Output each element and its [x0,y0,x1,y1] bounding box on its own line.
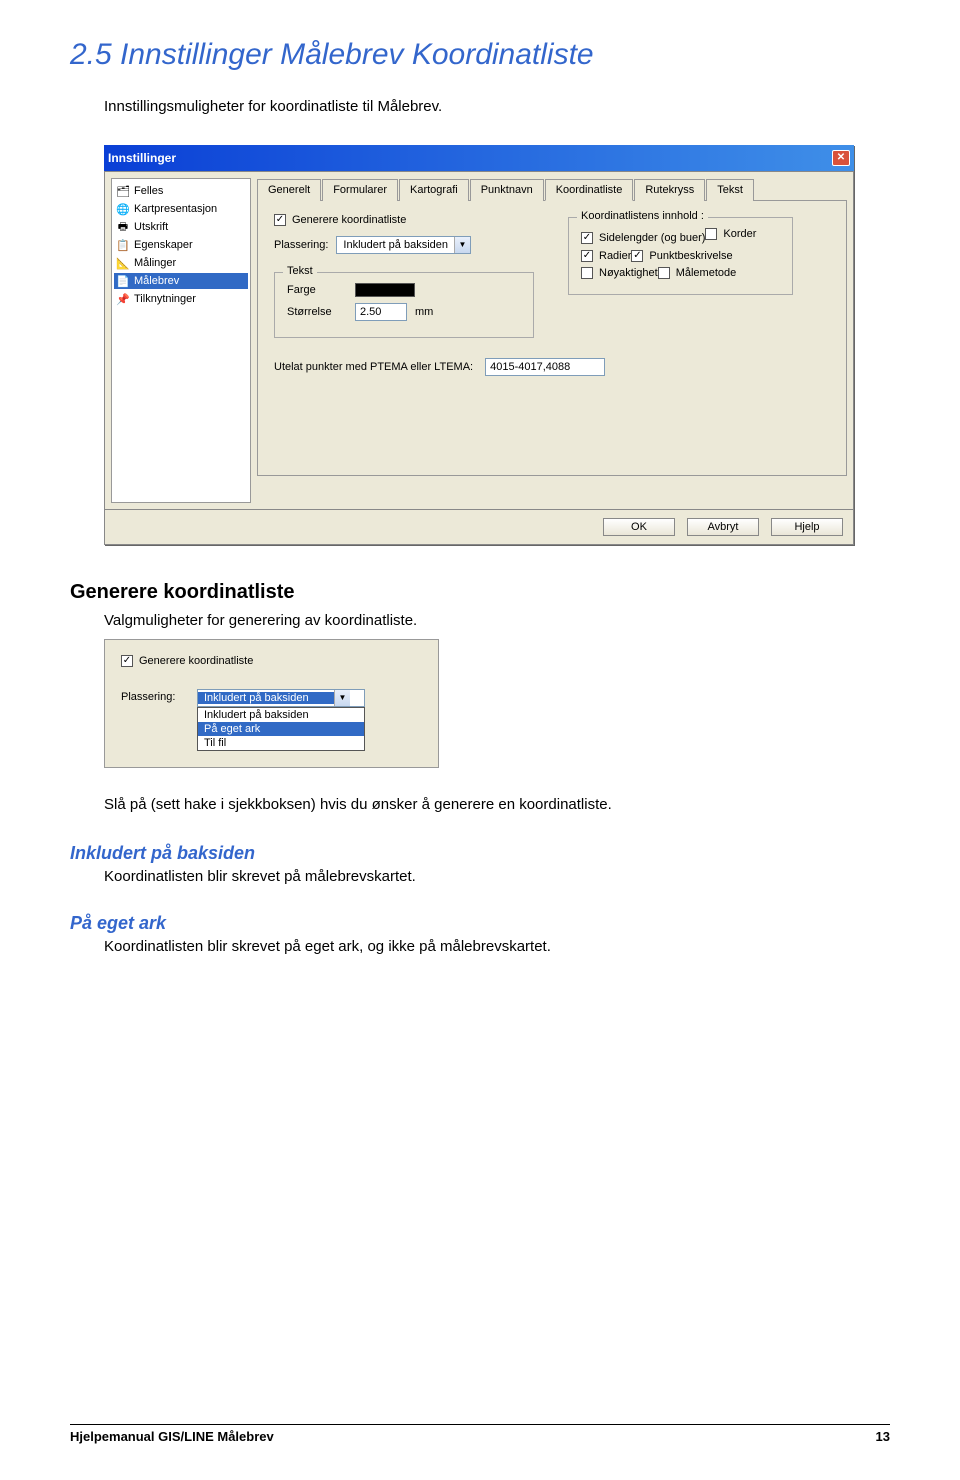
content-checkbox[interactable]: ✓Punktbeskrivelse [631,250,732,262]
tree-item[interactable]: 🖶Utskrift [114,219,248,235]
tree-item[interactable]: 📋Egenskaper [114,237,248,253]
tab-formularer[interactable]: Formularer [322,179,398,201]
chevron-down-icon[interactable]: ▼ [334,690,350,706]
tab-rutekryss[interactable]: Rutekryss [634,179,705,201]
tree-item[interactable]: 🗂Felles [114,183,248,199]
chevron-down-icon[interactable]: ▼ [454,237,470,253]
ok-button[interactable]: OK [603,518,675,536]
sec3a-text: Koordinatlisten blir skrevet på målebrev… [104,868,890,885]
generate-checkbox[interactable]: ✓ Generere koordinatliste [274,214,406,226]
check-icon: ✓ [121,655,133,667]
section-heading: 2.5 Innstillinger Målebrev Koordinatlist… [70,38,890,72]
content-checkbox[interactable]: ✓Radier [581,250,631,262]
content-checkbox[interactable]: Målemetode [658,267,737,279]
check-icon [705,228,717,240]
sec2-desc: Slå på (sett hake i sjekkboksen) hvis du… [104,796,890,813]
check-icon [658,267,670,279]
subheading-eget-ark: På eget ark [70,913,890,934]
subheading-inkludert: Inkludert på baksiden [70,843,890,864]
plassering-options[interactable]: Inkludert på baksiden På eget ark Til fi… [197,707,365,751]
list-item[interactable]: Inkludert på baksiden [198,708,364,722]
page-footer: Hjelpemanual GIS/LINE Målebrev 13 [70,1424,890,1444]
plassering-label-2: Plassering: [121,689,189,703]
tree-item[interactable]: 📌Tilknytninger [114,291,248,307]
hjelp-button[interactable]: Hjelp [771,518,843,536]
check-icon: ✓ [581,232,593,244]
sec3b-text: Koordinatlisten blir skrevet på eget ark… [104,938,890,955]
content-checkbox[interactable]: Korder [705,228,756,240]
plassering-combo-2[interactable]: Inkludert på baksiden ▼ [197,689,365,707]
printer-icon: 🖶 [116,220,130,234]
tree-item[interactable]: 🌐Kartpresentasjon [114,201,248,217]
storrelse-label: Størrelse [287,306,347,318]
folder-icon: 🗂 [116,184,130,198]
sec2-text: Valgmuligheter for generering av koordin… [104,612,890,629]
farge-label: Farge [287,284,347,296]
screenshot-plassering: ✓ Generere koordinatliste Plassering: In… [104,639,439,768]
measure-icon: 📐 [116,256,130,270]
check-icon: ✓ [274,214,286,226]
avbryt-button[interactable]: Avbryt [687,518,759,536]
storrelse-input[interactable]: 2.50 [355,303,407,321]
pin-icon: 📌 [116,292,130,306]
globe-icon: 🌐 [116,202,130,216]
intro-text: Innstillingsmuligheter for koordinatlist… [104,98,890,115]
tab-koordinatliste[interactable]: Koordinatliste [545,179,634,201]
close-icon[interactable]: ✕ [832,150,850,166]
check-icon: ✓ [631,250,643,262]
dialog-titlebar: Innstillinger ✕ [104,145,854,171]
settings-tree[interactable]: 🗂Felles 🌐Kartpresentasjon 🖶Utskrift 📋Ege… [111,178,251,503]
list-item[interactable]: Til fil [198,736,364,750]
generate-checkbox-2[interactable]: ✓ Generere koordinatliste [121,655,253,667]
dialog-title: Innstillinger [108,151,176,165]
tree-item[interactable]: 📐Målinger [114,255,248,271]
utelat-input[interactable]: 4015-4017,4088 [485,358,605,376]
content-checkbox[interactable]: ✓Sidelengder (og buer) [581,232,705,244]
properties-icon: 📋 [116,238,130,252]
tree-item-selected[interactable]: 📄Målebrev [114,273,248,289]
page-number: 13 [876,1429,890,1444]
content-group-title: Koordinatlistens innhold : [577,210,708,222]
plassering-label: Plassering: [274,239,328,251]
subsection-generere: Generere koordinatliste [70,581,890,604]
plassering-combo[interactable]: Inkludert på baksiden ▼ [336,236,471,254]
tab-kartografi[interactable]: Kartografi [399,179,469,201]
tab-generelt[interactable]: Generelt [257,179,321,201]
settings-dialog: Innstillinger ✕ 🗂Felles 🌐Kartpresentasjo… [104,145,854,545]
farge-swatch[interactable] [355,283,415,297]
tab-row: Generelt Formularer Kartografi Punktnavn… [257,178,847,201]
utelat-label: Utelat punkter med PTEMA eller LTEMA: [274,361,473,373]
footer-title: Hjelpemanual GIS/LINE Målebrev [70,1429,274,1444]
list-item-selected[interactable]: På eget ark [198,722,364,736]
tab-tekst[interactable]: Tekst [706,179,754,201]
tekst-group-title: Tekst [283,265,317,277]
check-icon: ✓ [581,250,593,262]
content-checkbox[interactable]: Nøyaktighet [581,267,658,279]
tab-punktnavn[interactable]: Punktnavn [470,179,544,201]
check-icon [581,267,593,279]
doc-icon: 📄 [116,274,130,288]
unit-label: mm [415,306,433,318]
